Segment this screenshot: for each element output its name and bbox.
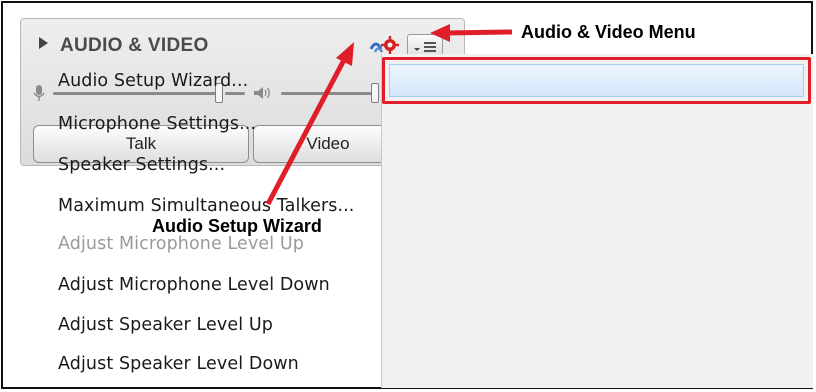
expand-triangle-icon[interactable]	[39, 37, 48, 49]
menu-item-adjust-speaker-level-up[interactable]: Adjust Speaker Level Up	[58, 315, 273, 335]
audio-video-dropdown-menu	[381, 54, 813, 388]
audio-setup-wizard-annotation: Audio Setup Wizard	[152, 216, 322, 236]
microphone-volume-track-remainder[interactable]	[225, 92, 245, 95]
microphone-icon	[33, 85, 45, 101]
menu-item-adjust-microphone-level-down[interactable]: Adjust Microphone Level Down	[58, 275, 330, 295]
menu-item-microphone-settings[interactable]: Microphone Settings...	[58, 114, 256, 134]
audio-setup-wizard-highlight	[382, 57, 811, 104]
microphone-volume-track[interactable]	[53, 92, 219, 95]
menu-item-audio-setup-wizard[interactable]: Audio Setup Wizard...	[58, 71, 248, 91]
speaker-volume-thumb[interactable]	[371, 83, 379, 103]
speaker-volume-track[interactable]	[281, 92, 373, 95]
menu-item-hover-background	[389, 64, 804, 97]
menu-item-adjust-speaker-level-down[interactable]: Adjust Speaker Level Down	[58, 354, 299, 374]
panel-title-label: AUDIO & VIDEO	[60, 35, 209, 56]
menu-item-maximum-simultaneous-talkers[interactable]: Maximum Simultaneous Talkers...	[58, 196, 354, 216]
menu-item-speaker-settings[interactable]: Speaker Settings...	[58, 155, 225, 175]
speaker-icon	[254, 87, 270, 99]
audio-video-menu-annotation: Audio & Video Menu	[521, 22, 696, 42]
panel-title[interactable]: AUDIO & VIDEO	[39, 35, 209, 57]
menu-item-adjust-microphone-level-up: Adjust Microphone Level Up	[58, 234, 304, 254]
